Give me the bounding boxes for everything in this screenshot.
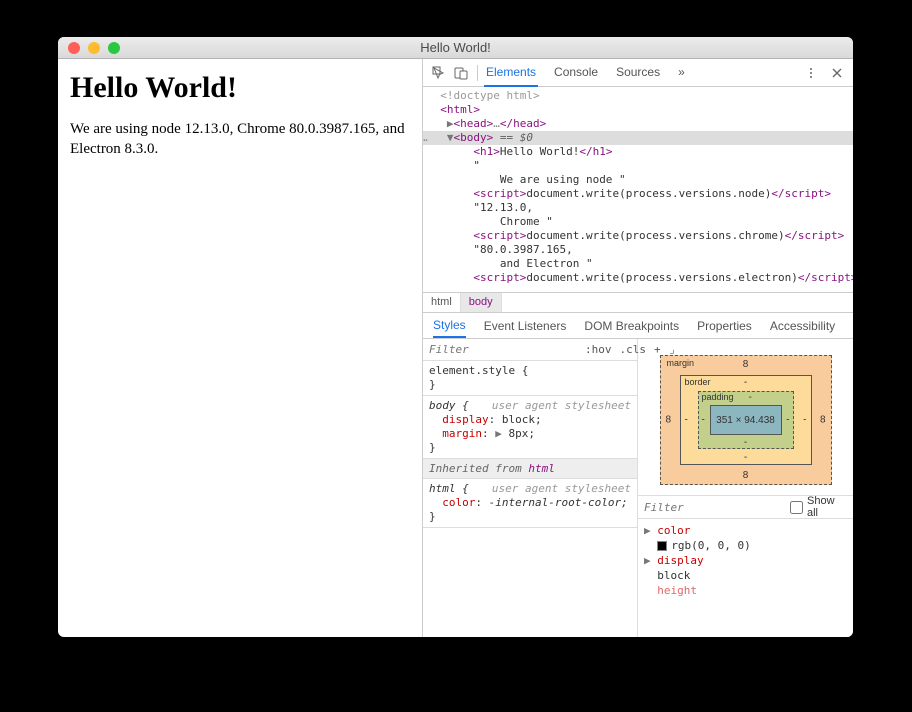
minimize-window-button[interactable]: [88, 42, 100, 54]
tab-console[interactable]: Console: [552, 59, 600, 86]
computed-row[interactable]: ▶ display: [644, 553, 847, 568]
script-electron-text: document.write(process.versions.electron…: [526, 271, 798, 284]
head-tag: head: [460, 117, 487, 130]
html-tag: html: [447, 103, 474, 116]
page-heading: Hello World!: [70, 71, 410, 105]
kebab-icon[interactable]: [801, 63, 821, 83]
zoom-window-button[interactable]: [108, 42, 120, 54]
rule-html[interactable]: html {user agent stylesheet color: -inte…: [423, 479, 637, 528]
breadcrumb: html body: [423, 292, 853, 313]
doctype-node: <!doctype html>: [440, 89, 539, 102]
app-window: Hello World! Hello World! We are using n…: [58, 37, 853, 637]
devtools: Elements Console Sources » <!doctype htm…: [423, 59, 853, 637]
crumb-body[interactable]: body: [461, 293, 502, 312]
tab-elements[interactable]: Elements: [484, 59, 538, 87]
subtab-dom-breakpoints[interactable]: DOM Breakpoints: [584, 319, 679, 333]
computed-row[interactable]: ▶ color: [644, 523, 847, 538]
window-body: Hello World! We are using node 12.13.0, …: [58, 59, 853, 637]
elements-tree[interactable]: <!doctype html> <html> ▶<head>…</head> ▼…: [423, 87, 853, 292]
tab-sources[interactable]: Sources: [614, 59, 662, 86]
titlebar: Hello World!: [58, 37, 853, 59]
page-paragraph: We are using node 12.13.0, Chrome 80.0.3…: [70, 119, 410, 160]
hov-toggle[interactable]: :hov: [581, 343, 616, 356]
traffic-lights: [58, 42, 120, 54]
styles-rules: :hov .cls + ⌟ element.style { } body {us…: [423, 339, 638, 637]
box-model: margin 8 8 8 8 border - - -: [638, 339, 853, 495]
subtab-styles[interactable]: Styles: [433, 314, 466, 338]
computed-list: ▶ color rgb(0, 0, 0) ▶ display block hei…: [638, 519, 853, 602]
inherited-label: Inherited from html: [423, 459, 637, 479]
subtab-properties[interactable]: Properties: [697, 319, 752, 333]
computed-row-val: block: [644, 568, 847, 583]
rule-body[interactable]: body {user agent stylesheet display: blo…: [423, 396, 637, 459]
computed-toolbar: Show all: [638, 495, 853, 519]
bm-content[interactable]: 351 × 94.438: [710, 405, 782, 435]
window-title: Hello World!: [58, 40, 853, 55]
close-window-button[interactable]: [68, 42, 80, 54]
script-chrome-text: document.write(process.versions.chrome): [526, 229, 784, 242]
computed-row[interactable]: height: [644, 583, 847, 598]
styles-area: :hov .cls + ⌟ element.style { } body {us…: [423, 339, 853, 637]
tab-more[interactable]: »: [676, 59, 687, 86]
rule-element-style[interactable]: element.style { }: [423, 361, 637, 396]
inspect-icon[interactable]: [429, 63, 449, 83]
body-tag-row[interactable]: ▼<body> == $0: [423, 131, 853, 145]
color-swatch-icon[interactable]: [657, 541, 667, 551]
subtab-accessibility[interactable]: Accessibility: [770, 319, 835, 333]
subtab-event-listeners[interactable]: Event Listeners: [484, 319, 567, 333]
close-devtools-icon[interactable]: [827, 63, 847, 83]
styles-filter-input[interactable]: [423, 341, 581, 358]
separator: [477, 65, 478, 81]
h1-text: Hello World!: [500, 145, 579, 158]
devtools-toolbar: Elements Console Sources »: [423, 59, 853, 87]
show-all-checkbox[interactable]: Show all: [790, 495, 847, 519]
computed-pane: margin 8 8 8 8 border - - -: [638, 339, 853, 637]
devtools-tabs: Elements Console Sources »: [484, 59, 687, 86]
crumb-html[interactable]: html: [423, 293, 461, 312]
page-content: Hello World! We are using node 12.13.0, …: [58, 59, 423, 637]
script-node-text: document.write(process.versions.node): [526, 187, 771, 200]
computed-filter-input[interactable]: [644, 501, 790, 514]
device-toggle-icon[interactable]: [451, 63, 471, 83]
styles-subtabs: Styles Event Listeners DOM Breakpoints P…: [423, 313, 853, 339]
computed-row-val: rgb(0, 0, 0): [644, 538, 847, 553]
